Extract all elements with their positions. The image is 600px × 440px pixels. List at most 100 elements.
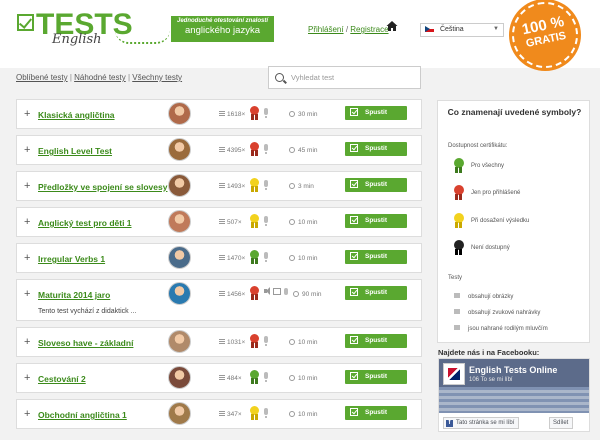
mic-icon xyxy=(264,144,268,154)
test-row: + Klasická angličtina 1618× 30 min Spustit xyxy=(16,99,422,129)
test-row: + English Level Test 4395× 45 min Spustit xyxy=(16,135,422,165)
facebook-bar: f Tato stránka se mi líbí Sdílet xyxy=(439,413,589,431)
clock-icon xyxy=(289,111,295,117)
test-name-link[interactable]: English Level Test xyxy=(38,146,112,156)
availability-heading: Dostupnost certifikátu: xyxy=(448,143,508,149)
decorative-dots xyxy=(115,30,170,44)
attempt-count: 4395× xyxy=(219,147,245,154)
attempt-count: 347× xyxy=(219,411,242,418)
home-icon[interactable] xyxy=(386,20,398,32)
duration-value: 10 min xyxy=(298,219,318,226)
filter-favorite[interactable]: Oblíbené testy xyxy=(16,73,68,82)
tagline: Jednoduché otestování znalostí anglickéh… xyxy=(171,16,274,42)
start-label: Spustit xyxy=(364,289,388,296)
legend-item-label: Pro všechny xyxy=(471,163,505,169)
start-test-button[interactable]: Spustit xyxy=(345,178,407,192)
start-test-button[interactable]: Spustit xyxy=(345,334,407,348)
test-duration: 10 min xyxy=(289,375,318,382)
checkbox-icon xyxy=(350,288,358,296)
test-duration: 10 min xyxy=(289,339,318,346)
facebook-cover xyxy=(439,387,589,413)
attempt-count-value: 1470× xyxy=(227,255,246,262)
register-link[interactable]: Registrace xyxy=(350,25,388,34)
expand-icon[interactable]: + xyxy=(24,144,30,156)
test-name-link[interactable]: Cestování 2 xyxy=(38,374,86,384)
test-row: + Maturita 2014 jaro Tento test vychází z … xyxy=(16,279,422,321)
filter-random[interactable]: Náhodné testy xyxy=(74,73,126,82)
legend-symbol: obsahují obrázky xyxy=(454,293,513,300)
mic-icon xyxy=(264,108,268,118)
search-input[interactable] xyxy=(291,70,416,85)
start-test-button[interactable]: Spustit xyxy=(345,406,407,420)
free-badge: 100 % GRATIS xyxy=(505,0,585,75)
test-duration: 30 min xyxy=(289,111,318,118)
test-name-link[interactable]: Obchodní angličtina 1 xyxy=(38,410,127,420)
start-test-button[interactable]: Spustit xyxy=(345,106,407,120)
filter-all[interactable]: Všechny testy xyxy=(132,73,182,82)
test-name-link[interactable]: Klasická angličtina xyxy=(38,110,115,120)
legend-item-label: Jen pro přihlášené xyxy=(471,190,521,196)
logo-checkbox-icon xyxy=(17,14,34,31)
start-test-button[interactable]: Spustit xyxy=(345,250,407,264)
author-avatar xyxy=(168,366,191,389)
start-test-button[interactable]: Spustit xyxy=(345,370,407,384)
login-link[interactable]: Přihlášení xyxy=(308,25,344,34)
language-value: Čeština xyxy=(439,26,464,33)
duration-value: 10 min xyxy=(298,255,318,262)
facebook-like-button[interactable]: f Tato stránka se mi líbí xyxy=(443,417,520,429)
test-description: Tento test vychází z didaktick ... xyxy=(38,308,137,315)
attempt-count: 507× xyxy=(219,219,242,226)
test-duration: 45 min xyxy=(289,147,318,154)
facebook-widget[interactable]: English Tests Online 106 To se mi líbí f… xyxy=(438,358,590,432)
start-label: Spustit xyxy=(364,217,388,224)
expand-icon[interactable]: + xyxy=(24,408,30,420)
expand-icon[interactable]: + xyxy=(24,372,30,384)
list-icon xyxy=(219,183,225,189)
test-name-link[interactable]: Sloveso have - základní xyxy=(38,338,133,348)
list-icon xyxy=(219,255,225,261)
clock-icon xyxy=(289,255,295,261)
expand-icon[interactable]: + xyxy=(24,216,30,228)
expand-icon[interactable]: + xyxy=(24,336,30,348)
start-test-button[interactable]: Spustit xyxy=(345,142,407,156)
checkbox-icon xyxy=(350,144,358,152)
expand-icon[interactable]: + xyxy=(24,252,30,264)
checkbox-icon xyxy=(350,408,358,416)
start-label: Spustit xyxy=(364,373,388,380)
start-test-button[interactable]: Spustit xyxy=(345,214,407,228)
start-test-button[interactable]: Spustit xyxy=(345,286,407,300)
checkbox-icon xyxy=(350,180,358,188)
facebook-page-logo[interactable] xyxy=(443,363,465,385)
checkbox-icon xyxy=(350,108,358,116)
facebook-page-name[interactable]: English Tests Online xyxy=(469,365,557,375)
test-name-link[interactable]: Předložky ve spojení se slovesy xyxy=(38,182,167,192)
start-label: Spustit xyxy=(364,145,388,152)
clock-icon xyxy=(289,219,295,225)
clock-icon xyxy=(289,339,295,345)
certificate-medal-icon xyxy=(250,178,259,192)
certificate-medal-icon xyxy=(250,406,259,420)
language-select[interactable]: Čeština ▼ xyxy=(420,23,504,37)
search-icon[interactable] xyxy=(275,73,284,82)
speaker-icon xyxy=(454,309,460,314)
checkbox-icon xyxy=(350,372,358,380)
list-icon xyxy=(219,147,225,153)
duration-value: 45 min xyxy=(298,147,318,154)
expand-icon[interactable]: + xyxy=(24,288,30,300)
start-label: Spustit xyxy=(364,181,388,188)
mic-icon xyxy=(264,216,268,226)
checkbox-icon xyxy=(350,216,358,224)
certificate-medal-icon xyxy=(250,142,259,156)
expand-icon[interactable]: + xyxy=(24,180,30,192)
test-name-link[interactable]: Anglický test pro děti 1 xyxy=(38,218,132,228)
test-name-link[interactable]: Irregular Verbs 1 xyxy=(38,254,105,264)
clock-icon xyxy=(289,375,295,381)
test-filters: Oblíbené testy | Náhodné testy | Všechny… xyxy=(16,73,183,82)
expand-icon[interactable]: + xyxy=(24,108,30,120)
attempt-count-value: 4395× xyxy=(227,147,246,154)
checkbox-icon xyxy=(350,336,358,344)
test-row: + Anglický test pro děti 1 507× 10 min Spust… xyxy=(16,207,422,237)
test-name-link[interactable]: Maturita 2014 jaro xyxy=(38,290,110,300)
facebook-share-button[interactable]: Sdílet xyxy=(549,417,574,429)
list-icon xyxy=(219,291,225,297)
